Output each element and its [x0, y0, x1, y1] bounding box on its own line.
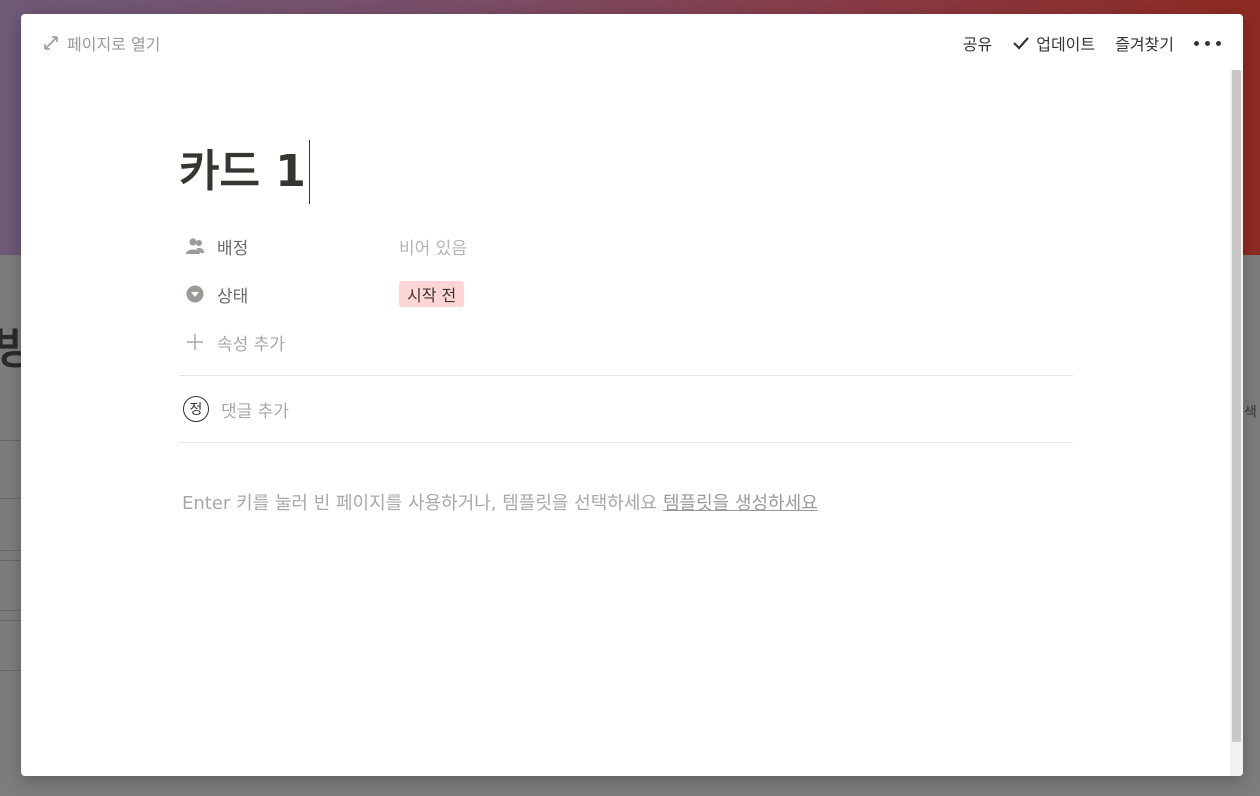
background-right-text: 색 [1244, 405, 1257, 421]
property-list: 배정 비어 있음 상태 시작 전 속성 추가 [179, 222, 1073, 366]
empty-page-hint-text: Enter 키를 눌러 빈 페이지를 사용하거나, 템플릿을 선택하세요 [182, 493, 657, 514]
background-divider [0, 670, 22, 671]
favorite-label: 즐겨찾기 [1115, 35, 1174, 54]
topbar-actions: 공유 업데이트 즐겨찾기 [963, 31, 1221, 55]
modal-topbar: 페이지로 열기 공유 업데이트 즐겨찾기 [21, 14, 1243, 70]
scrollbar-thumb[interactable] [1232, 70, 1241, 742]
background-divider [0, 560, 22, 561]
property-name: 배정 [179, 234, 399, 259]
property-row-assignee[interactable]: 배정 비어 있음 [179, 222, 1073, 270]
comment-placeholder[interactable]: 댓글 추가 [221, 397, 289, 422]
updates-button[interactable]: 업데이트 [1012, 31, 1095, 55]
page-peek-modal: 페이지로 열기 공유 업데이트 즐겨찾기 카드 1 배정 비어 있음 상태 시작… [21, 14, 1243, 776]
page-title-text: 카드 1 [179, 146, 306, 197]
share-label: 공유 [962, 35, 993, 54]
property-name-label: 상태 [217, 286, 249, 307]
divider [179, 442, 1073, 443]
add-property-label: 속성 추가 [217, 334, 285, 355]
person-icon [186, 238, 204, 254]
plus-icon [187, 334, 203, 350]
favorite-button[interactable]: 즐겨찾기 [1115, 31, 1174, 55]
property-name-label: 배정 [217, 238, 249, 259]
page-content: 카드 1 배정 비어 있음 상태 시작 전 속성 추가 정 댓글 추가 Ente… [179, 134, 1073, 515]
open-as-page-button[interactable]: 페이지로 열기 [43, 31, 160, 55]
create-template-link[interactable]: 템플릿을 생성하세요 [663, 493, 818, 514]
add-comment-row[interactable]: 정 댓글 추가 [179, 376, 1073, 442]
status-tag[interactable]: 시작 전 [399, 281, 465, 307]
background-divider [0, 610, 22, 611]
property-name: 상태 [179, 282, 399, 307]
property-value-empty[interactable]: 비어 있음 [399, 234, 467, 259]
text-caret [308, 140, 310, 204]
background-divider [0, 440, 22, 441]
property-row-status[interactable]: 상태 시작 전 [179, 270, 1073, 318]
expand-arrow-icon [44, 36, 58, 50]
background-divider [0, 620, 22, 621]
open-as-page-label: 페이지로 열기 [67, 35, 161, 54]
more-options-icon[interactable] [1194, 40, 1221, 46]
empty-page-hint: Enter 키를 눌러 빈 페이지를 사용하거나, 템플릿을 선택하세요 템플릿을… [179, 489, 1073, 515]
add-property-button[interactable]: 속성 추가 [179, 318, 1073, 366]
status-dropdown-icon [186, 285, 204, 303]
page-title[interactable]: 카드 1 [179, 134, 1073, 210]
share-button[interactable]: 공유 [963, 31, 992, 55]
check-icon [1013, 37, 1030, 50]
background-divider [0, 498, 22, 499]
updates-label: 업데이트 [1036, 35, 1096, 54]
background-divider [0, 550, 22, 551]
add-property: 속성 추가 [179, 330, 399, 355]
avatar: 정 [183, 396, 209, 422]
